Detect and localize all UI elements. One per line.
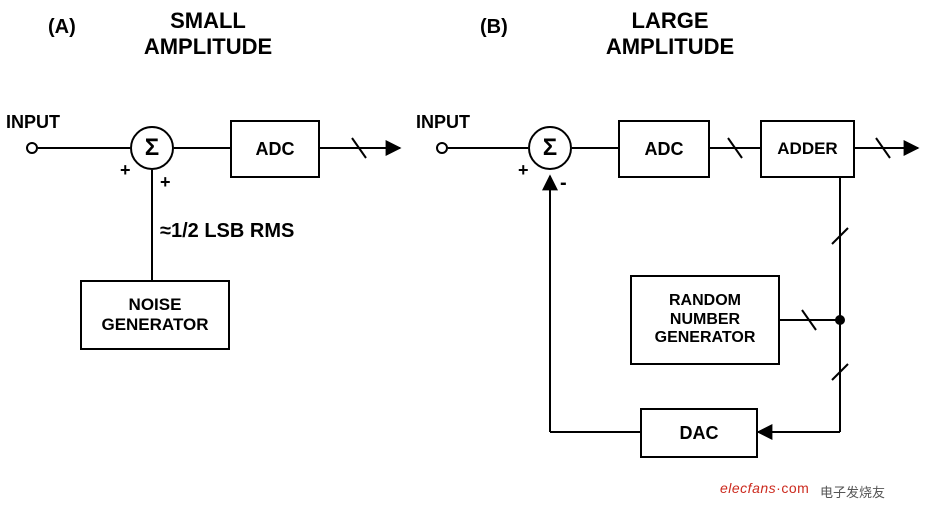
watermark-dotcom: ·com <box>776 480 809 496</box>
input-label-a: INPUT <box>6 112 60 133</box>
summer-a-plus-left: + <box>120 160 131 181</box>
summer-a-plus-bottom: + <box>160 172 171 193</box>
sigma-symbol-b: Σ <box>543 134 557 162</box>
summer-b-minus: - <box>560 172 567 195</box>
wires-layer <box>0 0 927 520</box>
noise-generator-block: NOISE GENERATOR <box>80 280 230 350</box>
input-label-b: INPUT <box>416 112 470 133</box>
rng-block: RANDOM NUMBER GENERATOR <box>630 275 780 365</box>
watermark-cn: 电子发烧友 <box>820 482 885 501</box>
watermark-text: elecfans <box>720 480 776 496</box>
diagram-b-tag: (B) <box>480 16 508 39</box>
summer-b-plus: + <box>518 160 529 181</box>
watermark-brand: elecfans·com <box>720 480 809 496</box>
adc-block-b: ADC <box>618 120 710 178</box>
adc-block-a: ADC <box>230 120 320 178</box>
summer-a: Σ <box>130 126 174 170</box>
diagram-canvas: (A) SMALL AMPLITUDE INPUT Σ + + ADC ≈1/2… <box>0 0 927 520</box>
input-port-a <box>26 142 38 154</box>
diagram-b-title: LARGE AMPLITUDE <box>580 8 760 60</box>
diagram-a-title: SMALL AMPLITUDE <box>118 8 298 60</box>
noise-annotation: ≈1/2 LSB RMS <box>160 220 294 243</box>
adder-block: ADDER <box>760 120 855 178</box>
dac-block: DAC <box>640 408 758 458</box>
input-port-b <box>436 142 448 154</box>
junction-node <box>835 315 845 325</box>
sigma-symbol-a: Σ <box>145 134 159 162</box>
diagram-a-tag: (A) <box>48 16 76 39</box>
summer-b: Σ <box>528 126 572 170</box>
